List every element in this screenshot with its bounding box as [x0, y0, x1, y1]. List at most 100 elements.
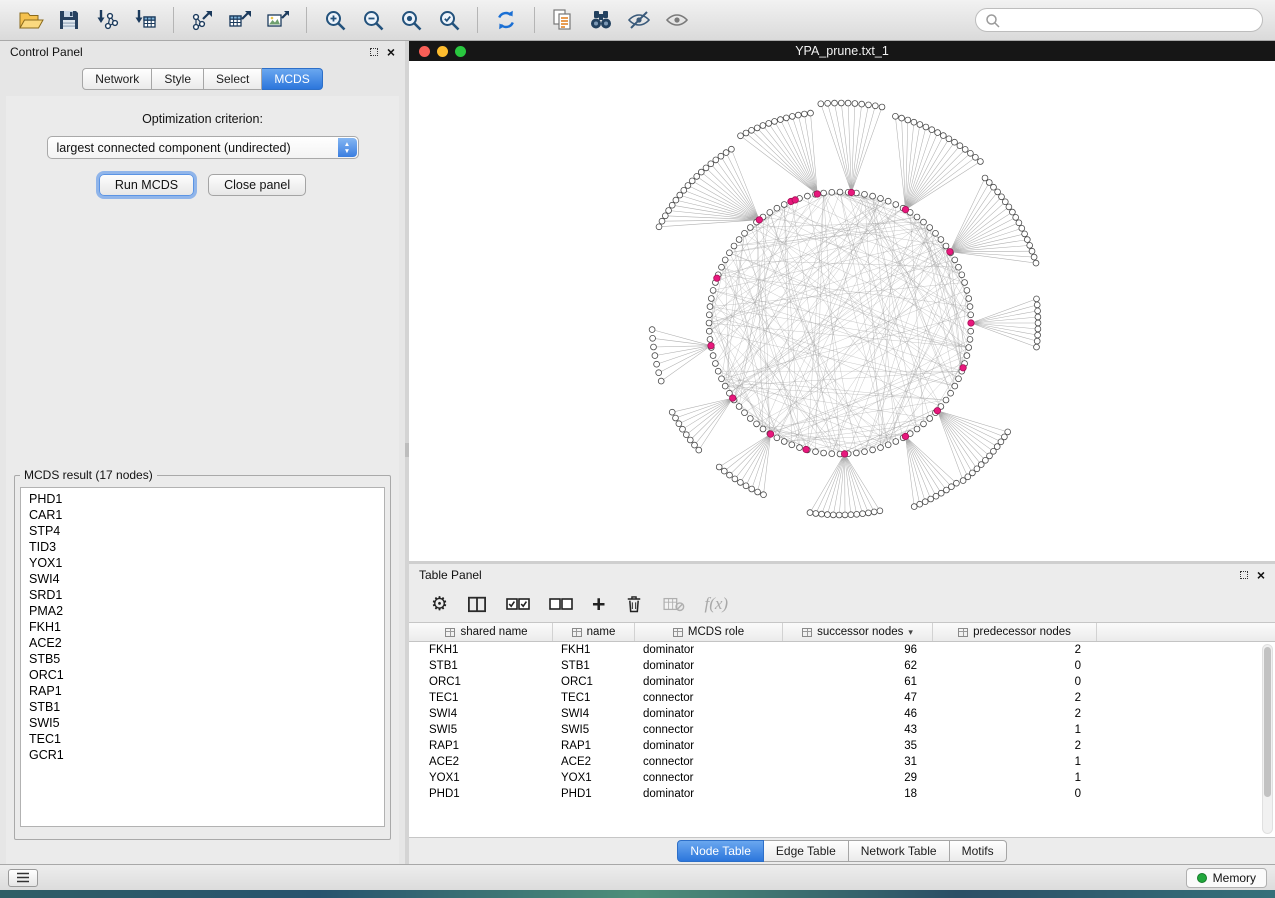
close-panel-button[interactable]: Close panel	[208, 174, 306, 196]
export-table-button[interactable]	[221, 4, 259, 36]
hide-graphics-details-button[interactable]	[620, 4, 658, 36]
table-cell: 1	[933, 754, 1097, 770]
network-graph[interactable]	[409, 61, 1275, 561]
close-panel-icon[interactable]: ×	[1257, 570, 1265, 580]
table-row[interactable]: PHD1PHD1dominator180	[409, 786, 1275, 802]
search-box[interactable]	[975, 8, 1263, 32]
tab-network[interactable]: Network	[82, 68, 152, 90]
toolbar-separator	[534, 7, 535, 33]
tab-motifs[interactable]: Motifs	[950, 840, 1007, 862]
fit-content-button[interactable]	[392, 4, 430, 36]
table-cell: ACE2	[421, 754, 553, 770]
float-panel-icon[interactable]	[370, 48, 378, 56]
table-cell: 61	[783, 674, 933, 690]
table-settings-icon[interactable]: ⚙	[431, 593, 448, 615]
close-window-icon[interactable]	[419, 46, 430, 57]
tab-style[interactable]: Style	[152, 68, 204, 90]
network-canvas[interactable]	[409, 61, 1275, 561]
mcds-result-item[interactable]: STP4	[21, 523, 384, 539]
delete-column-icon[interactable]	[624, 593, 644, 615]
control-panel-header: Control Panel ×	[0, 41, 405, 63]
column-header-successor-nodes[interactable]: successor nodes▾	[783, 623, 933, 641]
table-cell: dominator	[635, 786, 783, 802]
tab-node-table[interactable]: Node Table	[677, 840, 764, 862]
table-row[interactable]: SWI5SWI5connector431	[409, 722, 1275, 738]
mcds-result-item[interactable]: YOX1	[21, 555, 384, 571]
search-input[interactable]	[1006, 13, 1253, 27]
column-header-predecessor-nodes[interactable]: predecessor nodes	[933, 623, 1097, 641]
minimize-window-icon[interactable]	[437, 46, 448, 57]
column-visibility-icon[interactable]	[467, 595, 487, 613]
mcds-result-item[interactable]: ORC1	[21, 667, 384, 683]
table-grid-icon	[572, 628, 582, 637]
tab-select[interactable]: Select	[204, 68, 262, 90]
table-scrollbar[interactable]	[1262, 644, 1273, 834]
mcds-result-item[interactable]: ACE2	[21, 635, 384, 651]
mcds-result-item[interactable]: TID3	[21, 539, 384, 555]
table-row[interactable]: YOX1YOX1connector291	[409, 770, 1275, 786]
tab-network-table[interactable]: Network Table	[849, 840, 950, 862]
zoom-in-button[interactable]	[316, 4, 354, 36]
import-network-button[interactable]	[88, 4, 126, 36]
save-session-button[interactable]	[50, 4, 88, 36]
table-cell: FKH1	[421, 642, 553, 658]
tab-edge-table[interactable]: Edge Table	[764, 840, 849, 862]
mcds-result-item[interactable]: FKH1	[21, 619, 384, 635]
criterion-selected-value: largest connected component (undirected)	[57, 141, 291, 155]
table-cell: TEC1	[553, 690, 635, 706]
close-panel-icon[interactable]: ×	[387, 47, 395, 57]
mcds-result-item[interactable]: SRD1	[21, 587, 384, 603]
mcds-result-item[interactable]: STB5	[21, 651, 384, 667]
select-all-icon[interactable]	[506, 596, 530, 612]
mcds-result-item[interactable]: SWI4	[21, 571, 384, 587]
table-row[interactable]: ORC1ORC1dominator610	[409, 674, 1275, 690]
table-row[interactable]: STB1STB1dominator620	[409, 658, 1275, 674]
table-row[interactable]: ACE2ACE2connector311	[409, 754, 1275, 770]
show-graphics-details-button[interactable]	[658, 4, 696, 36]
add-column-icon[interactable]: +	[592, 595, 605, 613]
table-cell: 46	[783, 706, 933, 722]
export-network-button[interactable]	[183, 4, 221, 36]
memory-label: Memory	[1213, 871, 1256, 885]
mcds-result-item[interactable]: RAP1	[21, 683, 384, 699]
clone-network-button[interactable]	[544, 4, 582, 36]
panel-menu-button[interactable]	[8, 869, 38, 887]
mcds-result-item[interactable]: PHD1	[21, 491, 384, 507]
run-mcds-button[interactable]: Run MCDS	[99, 174, 194, 196]
column-header-MCDS-role[interactable]: MCDS role	[635, 623, 783, 641]
mcds-result-item[interactable]: CAR1	[21, 507, 384, 523]
search-network-button[interactable]	[582, 4, 620, 36]
table-cell: dominator	[635, 706, 783, 722]
open-file-button[interactable]	[12, 4, 50, 36]
refresh-layout-button[interactable]	[487, 4, 525, 36]
zoom-selected-button[interactable]	[430, 4, 468, 36]
table-cell: 18	[783, 786, 933, 802]
sort-indicator-icon[interactable]: ▾	[908, 627, 913, 638]
table-row[interactable]: RAP1RAP1dominator352	[409, 738, 1275, 754]
float-panel-icon[interactable]	[1240, 571, 1248, 579]
mcds-result-item[interactable]: TEC1	[21, 731, 384, 747]
mcds-result-item[interactable]: SWI5	[21, 715, 384, 731]
deselect-all-icon[interactable]	[549, 596, 573, 612]
status-bar: Memory	[0, 864, 1275, 890]
column-header-shared-name[interactable]: shared name	[421, 623, 553, 641]
mcds-result-item[interactable]: STB1	[21, 699, 384, 715]
table-cell: YOX1	[553, 770, 635, 786]
column-header-name[interactable]: name	[553, 623, 635, 641]
table-cell: 43	[783, 722, 933, 738]
criterion-select[interactable]: largest connected component (undirected)…	[47, 136, 359, 159]
mcds-result-list[interactable]: PHD1CAR1STP4TID3YOX1SWI4SRD1PMA2FKH1ACE2…	[20, 487, 385, 827]
maximize-window-icon[interactable]	[455, 46, 466, 57]
mcds-result-item[interactable]: GCR1	[21, 747, 384, 763]
table-row[interactable]: FKH1FKH1dominator962	[409, 642, 1275, 658]
hamburger-icon	[16, 872, 30, 883]
tab-mcds[interactable]: MCDS	[262, 68, 322, 90]
scrollbar-thumb[interactable]	[1264, 647, 1271, 797]
table-row[interactable]: SWI4SWI4dominator462	[409, 706, 1275, 722]
mcds-result-item[interactable]: PMA2	[21, 603, 384, 619]
import-table-button[interactable]	[126, 4, 164, 36]
memory-button[interactable]: Memory	[1186, 868, 1267, 888]
table-row[interactable]: TEC1TEC1connector472	[409, 690, 1275, 706]
export-image-button[interactable]	[259, 4, 297, 36]
zoom-out-button[interactable]	[354, 4, 392, 36]
